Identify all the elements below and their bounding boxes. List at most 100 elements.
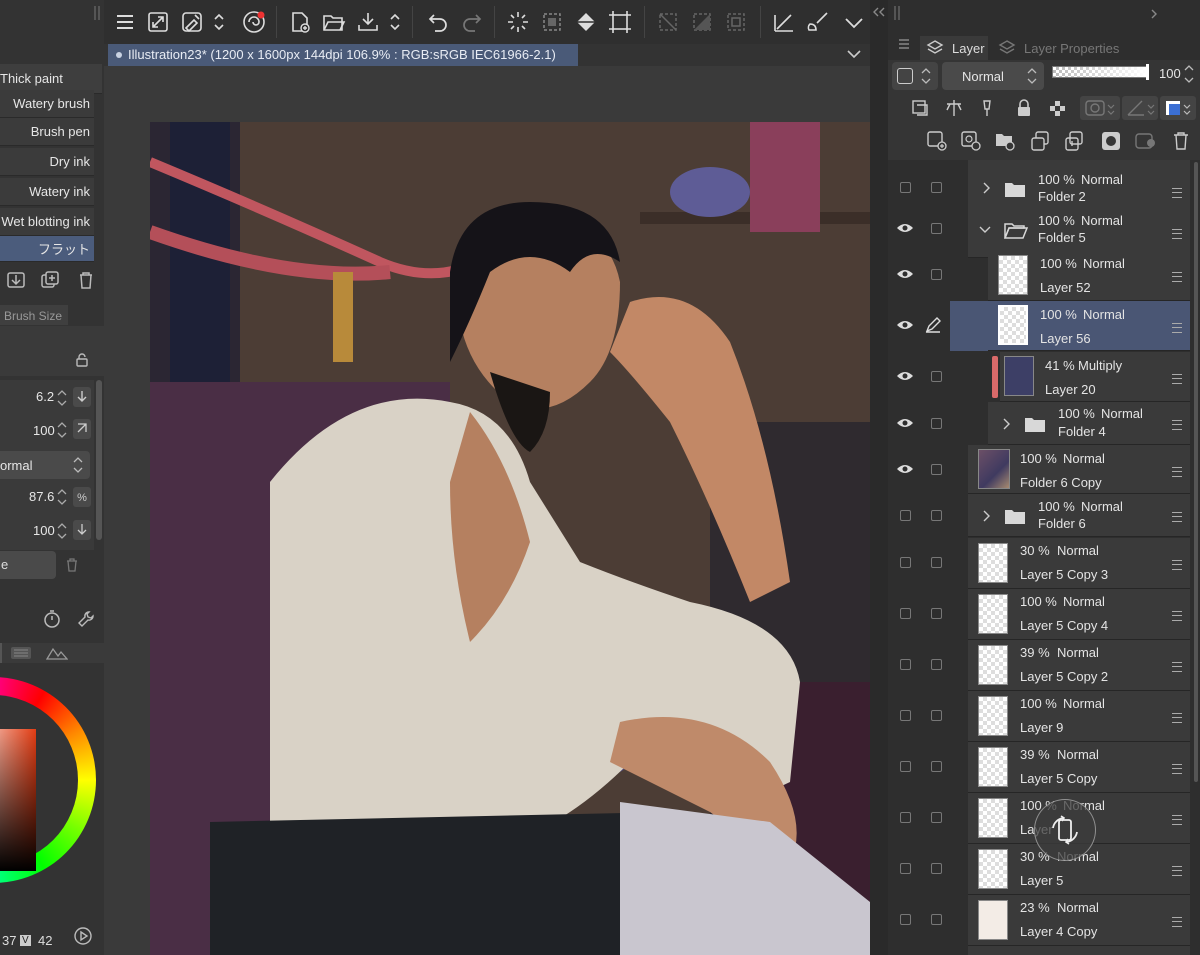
- fill-button[interactable]: [570, 6, 602, 38]
- slider-handle[interactable]: [1146, 64, 1149, 80]
- eye-icon[interactable]: [896, 269, 914, 279]
- color-set-icon[interactable]: [10, 646, 32, 660]
- panel-grip[interactable]: [894, 6, 900, 20]
- pressure-icon[interactable]: [72, 418, 92, 440]
- drag-handle-icon[interactable]: [1172, 764, 1182, 774]
- layer-blend-mode-select[interactable]: Normal: [942, 62, 1044, 90]
- lock-toggle[interactable]: [931, 863, 942, 874]
- redo-button[interactable]: [456, 6, 488, 38]
- download-icon[interactable]: [72, 386, 92, 408]
- drag-handle-icon[interactable]: [1172, 323, 1182, 333]
- layer-row-layer-9[interactable]: 100 % Normal Layer 9: [968, 691, 1190, 742]
- wrench-icon[interactable]: [76, 609, 96, 629]
- layer-row-layer-5-copy-3[interactable]: 30 % Normal Layer 5 Copy 3: [968, 538, 1190, 589]
- lock-toggle[interactable]: [931, 510, 942, 521]
- clip-icon[interactable]: [910, 98, 930, 118]
- companion-button[interactable]: [238, 6, 270, 38]
- eye-icon[interactable]: [896, 223, 914, 233]
- visibility-toggle[interactable]: [900, 608, 911, 619]
- scrollbar[interactable]: [96, 380, 102, 540]
- tab-brush-size[interactable]: Brush Size: [0, 305, 68, 325]
- new-vector-layer-icon[interactable]: [960, 130, 982, 152]
- eye-icon[interactable]: [896, 371, 914, 381]
- visibility-toggle[interactable]: [900, 182, 911, 193]
- drag-handle-icon[interactable]: [1172, 815, 1182, 825]
- drag-handle-icon[interactable]: [1172, 917, 1182, 927]
- brush-size-value[interactable]: 6.2: [36, 389, 54, 404]
- lock-toggle[interactable]: [931, 812, 942, 823]
- fullscreen-button[interactable]: [142, 6, 174, 38]
- drag-handle-icon[interactable]: [1172, 512, 1182, 522]
- layer-row-layer-52[interactable]: 100 % Normal Layer 52: [988, 250, 1190, 301]
- chevron-down-icon[interactable]: [978, 225, 992, 235]
- drag-handle-icon[interactable]: [1172, 611, 1182, 621]
- layer-row-layer-20[interactable]: 41 % Multiply Layer 20: [1000, 352, 1190, 402]
- quick-access-button[interactable]: [176, 6, 208, 38]
- visibility-toggle[interactable]: [900, 659, 911, 670]
- chevron-down-icon[interactable]: [846, 48, 862, 60]
- new-file-button[interactable]: [284, 6, 316, 38]
- visibility-toggle[interactable]: [900, 914, 911, 925]
- visibility-toggle[interactable]: [900, 557, 911, 568]
- chevron-right-icon[interactable]: [1002, 417, 1012, 431]
- drag-handle-icon[interactable]: [1172, 560, 1182, 570]
- canvas-artwork[interactable]: [150, 122, 870, 955]
- layer-row-folder-6[interactable]: 100 % Normal Folder 6: [968, 494, 1190, 537]
- layer-opacity-slider[interactable]: [1052, 66, 1148, 78]
- drag-handle-icon[interactable]: [1172, 866, 1182, 876]
- trash-icon[interactable]: [76, 270, 96, 290]
- rotate-screen-button[interactable]: [1034, 799, 1096, 861]
- undo-button[interactable]: [422, 6, 454, 38]
- clear-selection-button[interactable]: [652, 6, 684, 38]
- stepper-icon[interactable]: [1183, 62, 1195, 86]
- percent-icon[interactable]: %: [72, 486, 92, 508]
- layer-row-folder-4[interactable]: 100 % Normal Folder 4: [988, 402, 1190, 445]
- layer-row-layer-56[interactable]: 100 % Normal Layer 56: [988, 301, 1190, 351]
- opacity-value[interactable]: 100: [33, 423, 55, 438]
- menu-button[interactable]: [109, 6, 141, 38]
- new-raster-layer-icon[interactable]: [926, 130, 948, 152]
- open-button[interactable]: [318, 6, 350, 38]
- select-button[interactable]: [536, 6, 568, 38]
- apply-mask-icon[interactable]: [1134, 130, 1158, 152]
- lock-toggle[interactable]: [931, 761, 942, 772]
- layer-color-toggle[interactable]: [892, 62, 938, 90]
- drag-handle-icon[interactable]: [1172, 272, 1182, 282]
- brush-item-wet-blotting-ink[interactable]: Wet blotting ink: [0, 208, 94, 236]
- transfer-down-icon[interactable]: [1030, 130, 1052, 152]
- tab-layer-properties[interactable]: Layer Properties: [992, 36, 1120, 60]
- download-icon[interactable]: [6, 270, 26, 290]
- layer-row-layer-5-copy[interactable]: 39 % Normal Layer 5 Copy: [968, 742, 1190, 793]
- brush-item-brush-pen[interactable]: Brush pen: [0, 118, 94, 146]
- transform-button[interactable]: [502, 6, 534, 38]
- delete-layer-icon[interactable]: [1170, 130, 1192, 152]
- stepper-icon[interactable]: [56, 420, 68, 440]
- mountain-icon[interactable]: [46, 646, 68, 660]
- brush-item-watery-brush[interactable]: Watery brush: [0, 90, 94, 118]
- brush-tool-button[interactable]: [802, 6, 834, 38]
- document-tab[interactable]: Illustration23* (1200 x 1600px 144dpi 10…: [108, 44, 578, 66]
- lock-icon[interactable]: [74, 352, 90, 368]
- brush-item-dry-ink[interactable]: Dry ink: [0, 148, 94, 176]
- lock-toggle[interactable]: [931, 269, 942, 280]
- blend-mode-select[interactable]: ormal: [0, 451, 90, 479]
- drag-handle-icon[interactable]: [1172, 713, 1182, 723]
- toolbar-collapse-button[interactable]: [838, 6, 870, 38]
- drag-handle-icon[interactable]: [1172, 467, 1182, 477]
- stepper-icon[interactable]: [56, 521, 68, 541]
- stepper-icon[interactable]: [56, 388, 68, 408]
- chevron-right-icon[interactable]: [982, 509, 992, 523]
- visibility-toggle[interactable]: [900, 510, 911, 521]
- timer-icon[interactable]: [42, 609, 62, 629]
- lock-toggle[interactable]: [931, 659, 942, 670]
- visibility-toggle[interactable]: [900, 812, 911, 823]
- menu-icon[interactable]: [898, 38, 910, 50]
- drag-handle-icon[interactable]: [1172, 420, 1182, 430]
- lock-toggle[interactable]: [931, 418, 942, 429]
- layer-mask-icon[interactable]: [1100, 130, 1122, 152]
- merge-down-icon[interactable]: [1064, 130, 1086, 152]
- reference-icon[interactable]: [944, 98, 964, 118]
- double-chevron-left-icon[interactable]: [872, 6, 886, 18]
- download-icon[interactable]: [72, 519, 92, 541]
- lock-toggle[interactable]: [931, 223, 942, 234]
